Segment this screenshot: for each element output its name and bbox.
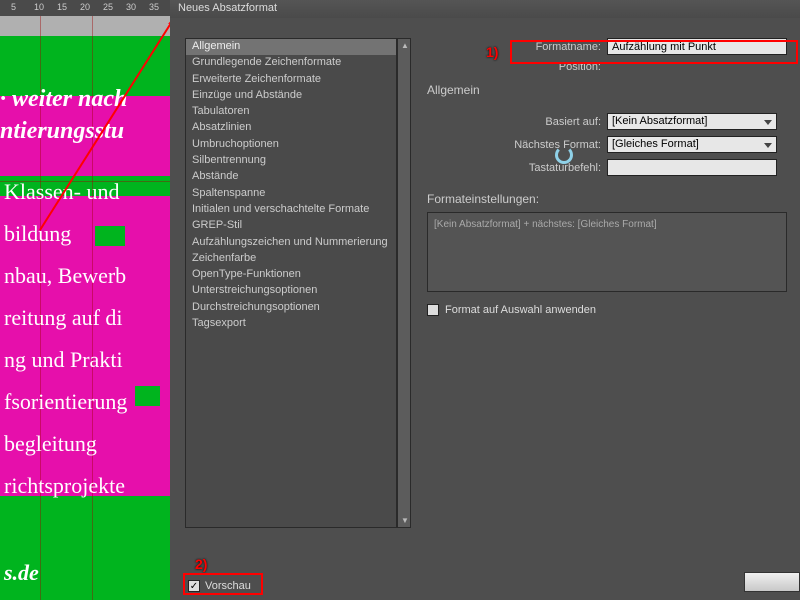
preview-label: Vorschau [205, 580, 251, 592]
category-item[interactable]: Grundlegende Zeichenformate [186, 55, 396, 71]
section-heading-allgemein: Allgemein [427, 83, 800, 97]
based-on-select[interactable]: [Kein Absatzformat] [607, 113, 777, 130]
settings-heading: Formateinstellungen: [427, 192, 800, 206]
scroll-up-icon[interactable]: ▲ [401, 41, 409, 50]
next-format-select[interactable]: [Gleiches Format] [607, 136, 777, 153]
annotation-number-2: 2) [195, 556, 207, 572]
category-item[interactable]: Tabulatoren [186, 104, 396, 120]
dialog-titlebar[interactable]: Neues Absatzformat [170, 0, 800, 18]
category-item[interactable]: Umbruchoptionen [186, 137, 396, 153]
shortcut-label: Tastaturbefehl: [427, 162, 607, 174]
preview-checkbox[interactable]: ✓ [188, 580, 200, 592]
category-item[interactable]: GREP-Stil [186, 218, 396, 234]
dialog-title: Neues Absatzformat [178, 2, 277, 14]
category-item[interactable]: Spaltenspanne [186, 186, 396, 202]
loading-spinner-icon [555, 146, 573, 164]
category-item[interactable]: Unterstreichungsoptionen [186, 283, 396, 299]
category-item[interactable]: Einzüge und Abstände [186, 88, 396, 104]
document-canvas: · weiter nach ntierungsstu Klassen- und … [0, 16, 170, 600]
category-list-panel: Allgemein Grundlegende Zeichenformate Er… [185, 38, 411, 528]
category-item-allgemein[interactable]: Allgemein [186, 39, 396, 55]
category-item[interactable]: Durchstreichungsoptionen [186, 300, 396, 316]
category-item[interactable]: Initialen und verschachtelte Formate [186, 202, 396, 218]
annotation-number-1: 1) [486, 44, 498, 60]
category-item[interactable]: Absatzlinien [186, 120, 396, 136]
category-item[interactable]: Erweiterte Zeichenformate [186, 72, 396, 88]
annotation-box-1 [510, 40, 798, 64]
category-item[interactable]: Tagsexport [186, 316, 396, 332]
paragraph-style-dialog: Neues Absatzformat Allgemein Grundlegend… [170, 0, 800, 600]
shortcut-input[interactable] [607, 159, 777, 176]
based-on-label: Basiert auf: [427, 116, 607, 128]
apply-checkbox[interactable] [427, 304, 439, 316]
category-item[interactable]: OpenType-Funktionen [186, 267, 396, 283]
next-format-label: Nächstes Format: [427, 139, 607, 151]
category-item[interactable]: Aufzählungszeichen und Nummerierung [186, 235, 396, 251]
category-item[interactable]: Silbentrennung [186, 153, 396, 169]
settings-summary-box: [Kein Absatzformat] + nächstes: [Gleiche… [427, 212, 787, 292]
category-item[interactable]: Abstände [186, 169, 396, 185]
list-scrollbar[interactable]: ▲ ▼ [397, 38, 411, 528]
apply-to-selection-row[interactable]: Format auf Auswahl anwenden [427, 304, 800, 316]
settings-pane: Formatname: Position: Allgemein Basiert … [427, 38, 800, 316]
preview-row[interactable]: ✓ Vorschau [188, 580, 251, 592]
category-item[interactable]: Zeichenfarbe [186, 251, 396, 267]
scroll-down-icon[interactable]: ▼ [401, 516, 409, 525]
dialog-button[interactable] [744, 572, 800, 592]
category-list[interactable]: Allgemein Grundlegende Zeichenformate Er… [185, 38, 397, 528]
apply-label: Format auf Auswahl anwenden [445, 304, 596, 316]
